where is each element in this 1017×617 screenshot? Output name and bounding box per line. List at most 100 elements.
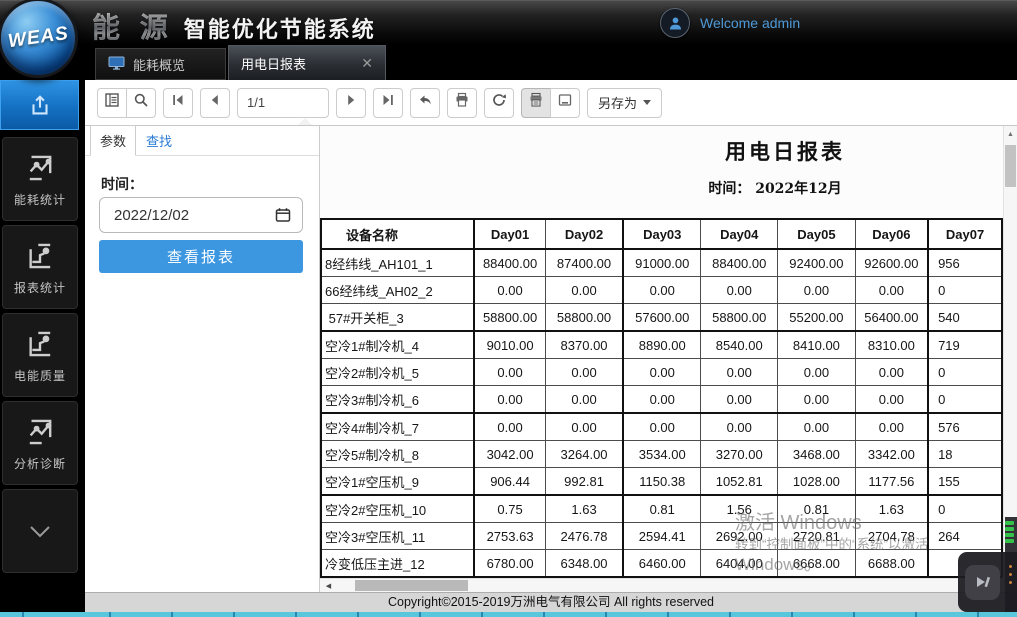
sidebar-item-label: 分析诊断 [14, 455, 66, 472]
parameters-panel-toggle-button[interactable] [97, 88, 127, 118]
tab-label: 用电日报表 [241, 54, 306, 73]
column-header: 设备名称 [321, 219, 474, 249]
sidebar-item-report-stats[interactable]: 报表统计 [2, 225, 78, 309]
report-chart-icon [23, 239, 57, 273]
device-name-cell: 空冷2#制冷机_5 [321, 359, 474, 386]
table-row: 57#开关柜_358800.0058800.0057600.0058800.00… [321, 304, 1002, 332]
print-button[interactable] [447, 88, 477, 118]
tab-energy-overview[interactable]: 能耗概览 [95, 48, 226, 80]
value-cell: 0.00 [545, 359, 623, 386]
save-as-button[interactable]: 另存为 [587, 88, 662, 118]
value-cell: 2720.81 [778, 523, 856, 550]
value-cell: 1052.81 [701, 468, 778, 496]
value-cell: 1028.00 [778, 468, 856, 496]
vertical-scrollbar-thumb[interactable] [1005, 145, 1016, 187]
device-name-cell: 66经纬线_AH02_2 [321, 277, 474, 304]
table-row: 空冷3#制冷机_60.000.000.000.000.000.000 [321, 386, 1002, 414]
welcome-text: Welcome admin [700, 15, 800, 31]
report-subtitle: 时间： 2022年12月 [320, 178, 1003, 198]
value-cell: 8310.00 [855, 331, 928, 359]
trend-chart-icon [23, 151, 57, 185]
value-cell: 0 [928, 359, 1002, 386]
value-cell: 0 [928, 495, 1002, 523]
value-cell: 8370.00 [545, 331, 623, 359]
value-cell: 0.00 [778, 386, 856, 414]
value-cell: 3342.00 [855, 441, 928, 468]
value-cell: 0.00 [778, 277, 856, 304]
previous-page-button[interactable] [200, 88, 230, 118]
value-cell: 6688.00 [855, 550, 928, 578]
view-report-button[interactable]: 查看报表 [99, 240, 303, 273]
sidebar-item-more[interactable] [2, 489, 78, 573]
app-window: 能 源 智能优化节能系统 Welcome admin WEAS 能耗概览 用电日… [0, 0, 1017, 617]
device-name-cell: 空冷5#制冷机_8 [321, 441, 474, 468]
device-name-cell: 空冷3#空压机_11 [321, 523, 474, 550]
page-icon [557, 92, 573, 113]
table-row: 空冷2#空压机_100.751.630.811.560.811.630 [321, 495, 1002, 523]
value-cell: 2476.78 [545, 523, 623, 550]
calendar-icon[interactable] [275, 207, 291, 223]
table-row: 66经纬线_AH02_20.000.000.000.000.000.000 [321, 277, 1002, 304]
page-layout-toggle-button[interactable] [550, 88, 580, 118]
printer-icon [454, 92, 470, 113]
sidebar-item-power-quality[interactable]: 电能质量 [2, 313, 78, 397]
value-cell: 0.00 [701, 277, 778, 304]
report-table: 设备名称Day01Day02Day03Day04Day05Day06Day078… [320, 218, 1003, 578]
next-page-button[interactable] [336, 88, 366, 118]
table-row: 8经纬线_AH101_188400.0087400.0091000.008840… [321, 249, 1002, 277]
tab-power-daily-report[interactable]: 用电日报表 ✕ [228, 45, 386, 80]
value-cell: 6348.00 [545, 550, 623, 578]
back-button[interactable] [410, 88, 440, 118]
value-cell: 0.00 [623, 277, 701, 304]
value-cell: 0.00 [855, 359, 928, 386]
value-cell: 1.56 [701, 495, 778, 523]
sidebar-item-energy-stats[interactable]: 能耗统计 [2, 137, 78, 221]
value-cell: 0.00 [855, 386, 928, 414]
value-cell: 956 [928, 249, 1002, 277]
first-page-button[interactable] [163, 88, 193, 118]
value-cell: 0.00 [545, 413, 623, 441]
recorder-menu-dots-icon[interactable] [1009, 565, 1012, 584]
value-cell: 58800.00 [545, 304, 623, 332]
value-cell: 0.81 [623, 495, 701, 523]
refresh-button[interactable] [484, 88, 514, 118]
column-header: Day02 [545, 219, 623, 249]
close-icon[interactable]: ✕ [361, 56, 373, 70]
horizontal-scrollbar-thumb[interactable] [355, 580, 468, 591]
value-cell: 3042.00 [474, 441, 545, 468]
horizontal-scrollbar[interactable]: ◀ ▶ [320, 578, 1003, 592]
recorder-app-icon[interactable] [965, 565, 1000, 600]
value-cell: 92600.00 [855, 249, 928, 277]
sidebar-item-label: 电能质量 [14, 367, 66, 384]
page-indicator-input[interactable]: 1/1 [237, 88, 329, 118]
value-cell: 0.00 [474, 413, 545, 441]
print-preview-toggle-button[interactable] [521, 88, 551, 118]
sidebar-item-label: 报表统计 [14, 279, 66, 296]
device-name-cell: 空冷1#制冷机_4 [321, 331, 474, 359]
table-row: 空冷1#制冷机_49010.008370.008890.008540.00841… [321, 331, 1002, 359]
last-page-button[interactable] [373, 88, 403, 118]
date-input[interactable]: 2022/12/02 [99, 197, 303, 233]
app-title: 能 源 智能优化节能系统 [92, 6, 376, 46]
app-header: 能 源 智能优化节能系统 Welcome admin [0, 0, 1017, 45]
brand-cn: 能 源 [92, 6, 174, 46]
sidebar-item-analysis-diagnosis[interactable]: 分析诊断 [2, 401, 78, 485]
value-cell: 91000.00 [623, 249, 701, 277]
scroll-left-arrow-icon[interactable]: ◀ [321, 579, 336, 592]
scroll-up-arrow-icon[interactable]: ▲ [1004, 127, 1017, 142]
parameters-tabs: 参数 查找 [85, 126, 319, 156]
value-cell: 3264.00 [545, 441, 623, 468]
value-cell: 56400.00 [855, 304, 928, 332]
value-cell: 0.00 [623, 386, 701, 414]
value-cell: 3270.00 [701, 441, 778, 468]
value-cell: 6460.00 [623, 550, 701, 578]
tab-find[interactable]: 查找 [136, 126, 182, 155]
value-cell: 0.00 [623, 413, 701, 441]
search-button[interactable] [126, 88, 156, 118]
user-area[interactable]: Welcome admin [660, 8, 800, 38]
table-row: 空冷3#空压机_112753.632476.782594.412692.0027… [321, 523, 1002, 550]
tab-parameters[interactable]: 参数 [90, 125, 136, 156]
column-header: Day03 [623, 219, 701, 249]
sidebar-item-export[interactable] [0, 80, 79, 130]
value-cell: 92400.00 [778, 249, 856, 277]
